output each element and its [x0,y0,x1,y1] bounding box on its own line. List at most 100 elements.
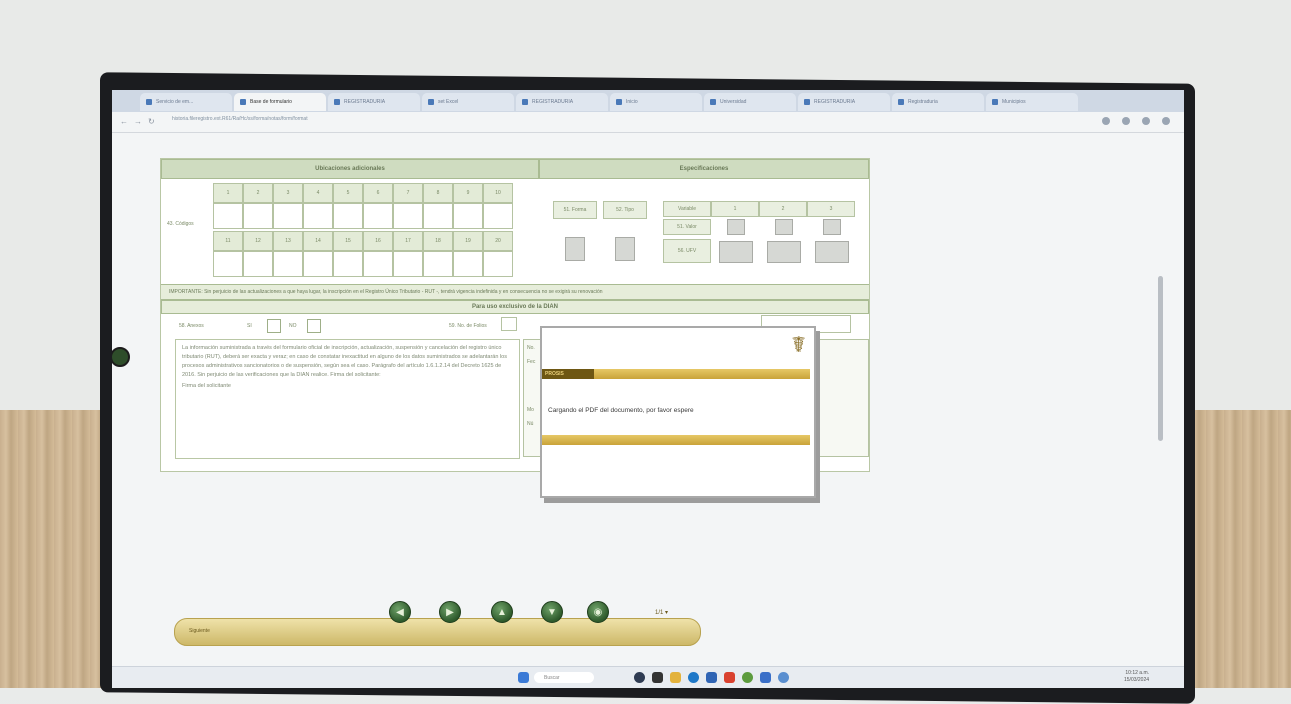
back-icon[interactable]: ← [120,117,128,126]
code-input[interactable] [423,203,453,229]
tab-favicon-icon [898,99,904,105]
spec-header-variable: Variable [663,201,711,217]
spec-valor-3[interactable] [823,219,841,235]
reload-icon[interactable]: ↻ [148,117,155,126]
code-number: 13 [273,231,303,251]
tab-favicon-icon [146,99,152,105]
code-number: 19 [453,231,483,251]
code-input[interactable] [333,203,363,229]
code-input[interactable] [213,251,243,277]
section-right-title: Especificaciones [539,159,869,179]
code-number: 20 [483,231,513,251]
tab-favicon-icon [992,99,998,105]
spec-tipo-field[interactable] [615,237,635,261]
toolbar-label: Siguiente [189,628,210,634]
exclusive-use-title: Para uso exclusivo de la DIAN [161,300,869,314]
forward-icon[interactable]: → [134,117,142,126]
menu-icon[interactable] [1162,117,1170,125]
code-number: 9 [453,183,483,203]
prev-page-icon[interactable]: ▶ [439,601,461,623]
code-number: 15 [333,231,363,251]
orb-glyph: ▼ [547,606,557,618]
code-input[interactable] [453,251,483,277]
zoom-out-icon[interactable]: ▼ [541,601,563,623]
code-input[interactable] [483,203,513,229]
browser-tab[interactable]: REGISTRADURIA [328,93,420,111]
code-input[interactable] [243,251,273,277]
code-input[interactable] [273,251,303,277]
vertical-scrollbar[interactable] [1158,276,1163,441]
browser-tab[interactable]: Inicio [610,93,702,111]
browser-tab[interactable]: Universidad [704,93,796,111]
loading-dialog: ☤ PROSIS Cargando el PDF del documento, … [540,326,816,498]
store-icon[interactable] [706,672,717,683]
code-number: 2 [243,183,273,203]
start-icon[interactable] [518,672,529,683]
code-number: 11 [213,231,243,251]
settings-icon[interactable] [778,672,789,683]
extensions-icon[interactable] [1122,117,1130,125]
tab-label: REGISTRADURIA [344,99,386,105]
code-input[interactable] [213,203,243,229]
browser-tab[interactable]: Registraduria [892,93,984,111]
code-input[interactable] [333,251,363,277]
file-explorer-icon[interactable] [670,672,681,683]
browser-tab[interactable]: Municipios [986,93,1078,111]
code-input[interactable] [273,203,303,229]
orb-glyph: ▲ [497,606,507,618]
side-collapse-button[interactable] [112,347,130,367]
anexos-si-checkbox[interactable] [267,319,281,333]
browser-tab[interactable]: REGISTRADURIA [516,93,608,111]
zoom-in-icon[interactable]: ▲ [491,601,513,623]
spec-forma-field[interactable] [565,237,585,261]
orb-glyph: ◉ [593,606,603,618]
tab-label: Municipios [1002,99,1026,105]
taskbar-search[interactable]: Buscar [534,672,594,683]
code-input[interactable] [483,251,513,277]
spec-ufv-1[interactable] [719,241,753,263]
orb-glyph: ▶ [446,606,454,618]
spec-ufv-3[interactable] [815,241,849,263]
chrome-icon[interactable] [742,672,753,683]
browser-tab[interactable]: set Excel [422,93,514,111]
tab-label: Base de formulario [250,99,292,105]
code-input[interactable] [363,203,393,229]
spec-row-valor: 51. Valor [663,219,711,235]
star-icon[interactable] [1102,117,1110,125]
spec-ufv-2[interactable] [767,241,801,263]
tab-label: REGISTRADURIA [532,99,574,105]
code-input[interactable] [393,203,423,229]
code-input[interactable] [243,203,273,229]
folios-field[interactable] [501,317,517,331]
copilot-icon[interactable] [634,672,645,683]
first-page-icon[interactable]: ◀ [389,601,411,623]
progress-bar [542,435,810,445]
office-icon[interactable] [724,672,735,683]
code-number: 12 [243,231,273,251]
tab-bar: Servicio de em... Base de formulario REG… [112,90,1184,112]
app-icon[interactable] [760,672,771,683]
print-icon[interactable]: ◉ [587,601,609,623]
dialog-title: PROSIS [542,369,594,379]
spec-row-ufv: 56. UFV [663,239,711,263]
profile-icon[interactable] [1142,117,1150,125]
spec-valor-1[interactable] [727,219,745,235]
spec-valor-2[interactable] [775,219,793,235]
browser-tab[interactable]: REGISTRADURIA [798,93,890,111]
code-input[interactable] [303,251,333,277]
code-input[interactable] [393,251,423,277]
browser-tab-active[interactable]: Base de formulario [234,93,326,111]
code-input[interactable] [303,203,333,229]
code-input[interactable] [453,203,483,229]
code-input[interactable] [423,251,453,277]
browser-tab[interactable]: Servicio de em... [140,93,232,111]
url-field[interactable]: historia.fileregistro.ext.R61/Ra/Hc/ss/f… [172,116,472,127]
edge-icon[interactable] [688,672,699,683]
address-bar: ← → ↻ historia.fileregistro.ext.R61/Ra/H… [112,112,1184,133]
anexos-no-checkbox[interactable] [307,319,321,333]
tab-favicon-icon [710,99,716,105]
system-clock[interactable]: 10:12 a.m. 15/03/2024 [1124,670,1149,684]
code-input[interactable] [363,251,393,277]
task-view-icon[interactable] [652,672,663,683]
page-indicator[interactable]: 1/1 ▾ [655,609,668,616]
